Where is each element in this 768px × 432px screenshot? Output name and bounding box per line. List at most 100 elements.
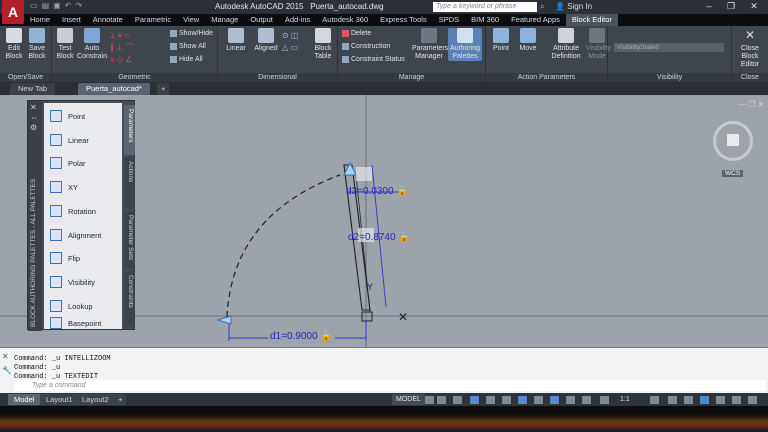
restore-button[interactable]: ❐ bbox=[720, 0, 742, 13]
lock-ui-icon[interactable] bbox=[716, 396, 725, 404]
show-all-button[interactable]: Show All bbox=[170, 43, 206, 50]
selection-cycling-icon[interactable] bbox=[566, 396, 575, 404]
minimize-button[interactable]: – bbox=[698, 0, 720, 13]
tab-block-editor[interactable]: Block Editor bbox=[565, 14, 618, 26]
delete-button[interactable]: Delete bbox=[342, 30, 371, 37]
annotation-monitor-icon[interactable] bbox=[668, 396, 677, 404]
transparency-icon[interactable] bbox=[550, 396, 559, 404]
door-swing-arc[interactable] bbox=[226, 174, 341, 318]
redo-icon[interactable]: ↷ bbox=[75, 1, 82, 13]
tab-puerta-autocad[interactable]: Puerta_autocad* bbox=[78, 83, 150, 95]
tab-output[interactable]: Output bbox=[244, 14, 279, 26]
palette-properties-icon[interactable]: ⚙ bbox=[30, 123, 37, 132]
tab-bim-360[interactable]: BIM 360 bbox=[465, 14, 505, 26]
edit-block-button[interactable]: Edit Block bbox=[3, 28, 25, 61]
search-input[interactable]: Type a keyword or phrase bbox=[433, 2, 537, 12]
snap-icon[interactable] bbox=[437, 396, 446, 404]
tab-new-tab[interactable]: New Tab bbox=[10, 83, 56, 95]
tab-insert[interactable]: Insert bbox=[56, 14, 87, 26]
d2-label[interactable]: d2=0.8740 🔒 bbox=[348, 232, 411, 243]
tab-constraints[interactable]: Constraints bbox=[124, 271, 135, 327]
isolate-objects-icon[interactable] bbox=[732, 396, 741, 404]
construction-button[interactable]: Construction bbox=[342, 43, 390, 50]
show-hide-button[interactable]: Show/Hide bbox=[170, 30, 213, 37]
polar-tracking-icon[interactable] bbox=[470, 396, 479, 404]
palette-item-alignment[interactable]: Alignment bbox=[46, 224, 122, 246]
d3-label[interactable]: d3=0.0300 🔒 bbox=[346, 186, 409, 197]
quick-properties-icon[interactable] bbox=[700, 396, 709, 404]
parameters-manager-button[interactable]: Parameters Manager bbox=[412, 28, 448, 61]
tab-autodesk-360[interactable]: Autodesk 360 bbox=[316, 14, 374, 26]
new-icon[interactable]: ▭ bbox=[30, 1, 38, 13]
tab-manage[interactable]: Manage bbox=[205, 14, 244, 26]
constraint-status-button[interactable]: Constraint Status bbox=[342, 56, 405, 63]
hide-all-button[interactable]: Hide All bbox=[170, 56, 203, 63]
tab-express-tools[interactable]: Express Tools bbox=[374, 14, 433, 26]
tab-view[interactable]: View bbox=[177, 14, 205, 26]
test-block-button[interactable]: Test Block bbox=[54, 28, 76, 61]
viewcube-icon[interactable] bbox=[726, 133, 740, 147]
palette-item-rotation[interactable]: Rotation bbox=[46, 200, 122, 222]
palette-item-flip[interactable]: Flip bbox=[46, 247, 122, 269]
tab-parameter-sets[interactable]: Parameter Sets bbox=[124, 211, 135, 269]
auto-scale-icon[interactable] bbox=[600, 396, 609, 404]
palette-item-xy[interactable]: XY bbox=[46, 176, 122, 198]
command-input[interactable]: Type a command bbox=[14, 380, 766, 391]
tab-actions[interactable]: Actions bbox=[124, 157, 135, 209]
sign-in-button[interactable]: 👤 Sign In bbox=[555, 2, 592, 11]
customization-icon[interactable] bbox=[748, 396, 757, 404]
palette-item-visibility[interactable]: Visibility bbox=[46, 271, 122, 293]
linear-button[interactable]: Linear bbox=[224, 28, 248, 53]
close-window-button[interactable]: ✕ bbox=[743, 0, 765, 13]
palette-close-icon[interactable]: ✕ bbox=[30, 103, 37, 112]
tab-layout2[interactable]: Layout2 bbox=[76, 394, 115, 405]
tab-add-ins[interactable]: Add-ins bbox=[279, 14, 316, 26]
tab-annotate[interactable]: Annotate bbox=[87, 14, 129, 26]
workspace-gear-icon[interactable] bbox=[650, 396, 659, 404]
tab-parameters[interactable]: Parameters bbox=[124, 105, 135, 155]
save-block-button[interactable]: Save Block bbox=[26, 28, 48, 61]
save-icon[interactable]: ▣ bbox=[53, 1, 61, 13]
palette-item-point[interactable]: Point bbox=[46, 105, 122, 127]
visibility-state-dropdown[interactable]: VisibilityState0 bbox=[614, 43, 724, 52]
geometric-constraint-icons[interactable]: ⟂ ≡ ○ ∥ ⊥ ⌒ = ◇ ∠ bbox=[110, 30, 166, 70]
block-authoring-palette[interactable]: ✕ ⇔ ⚙ BLOCK AUTHORING PALETTES - ALL PAL… bbox=[27, 100, 135, 331]
attribute-definition-button[interactable]: Attribute Definition bbox=[548, 28, 584, 61]
auto-constrain-button[interactable]: Auto Constrain bbox=[77, 28, 107, 61]
tab-parametric[interactable]: Parametric bbox=[129, 14, 177, 26]
object-snap-icon[interactable] bbox=[518, 396, 527, 404]
annotation-visibility-icon[interactable] bbox=[582, 396, 591, 404]
dimension-tool-icons[interactable]: ⊙ ◫ △ ▭ bbox=[282, 30, 298, 54]
d1-label[interactable]: d1=0.9000 🔒 bbox=[268, 331, 335, 342]
application-menu-button[interactable]: A bbox=[2, 0, 24, 24]
command-settings-icon[interactable]: 🔧 bbox=[2, 366, 12, 375]
lineweight-icon[interactable] bbox=[534, 396, 543, 404]
tab-layout1[interactable]: Layout1 bbox=[40, 394, 79, 405]
new-document-tab-button[interactable]: + bbox=[157, 83, 170, 95]
grid-icon[interactable] bbox=[425, 396, 434, 404]
object-snap-tracking-icon[interactable] bbox=[502, 396, 511, 404]
binoculars-icon[interactable]: ⌕ bbox=[540, 2, 544, 12]
palette-title-strip[interactable]: ✕ ⇔ ⚙ BLOCK AUTHORING PALETTES - ALL PAL… bbox=[28, 101, 42, 331]
palette-item-linear[interactable]: Linear bbox=[46, 129, 122, 151]
palette-item-basepoint[interactable]: Basepoint bbox=[46, 317, 122, 329]
block-table-button[interactable]: Block Table bbox=[312, 28, 334, 61]
visibility-mode-button[interactable]: Visibility Mode bbox=[586, 28, 611, 61]
palette-item-lookup[interactable]: Lookup bbox=[46, 295, 122, 317]
palette-autohide-icon[interactable]: ⇔ bbox=[30, 113, 38, 122]
open-icon[interactable]: ▤ bbox=[42, 1, 50, 13]
tab-home[interactable]: Home bbox=[24, 14, 56, 26]
tab-model[interactable]: Model bbox=[8, 394, 41, 405]
aligned-button[interactable]: Aligned bbox=[252, 28, 280, 53]
command-close-icon[interactable]: ✕ bbox=[2, 352, 9, 361]
point-button[interactable]: Point bbox=[490, 28, 512, 53]
add-layout-button[interactable]: + bbox=[114, 394, 127, 405]
undo-icon[interactable]: ↶ bbox=[65, 1, 72, 13]
annotation-scale[interactable]: 1:1 bbox=[620, 394, 630, 405]
ucs-dropdown[interactable]: WCS bbox=[722, 170, 744, 177]
tab-spds[interactable]: SPDS bbox=[433, 14, 465, 26]
close-block-editor-button[interactable]: ✕ Close Block Editor bbox=[732, 28, 768, 69]
ortho-icon[interactable] bbox=[453, 396, 462, 404]
viewport-window-controls[interactable]: — ❐ ✕ bbox=[738, 100, 764, 109]
grip-left-icon[interactable] bbox=[216, 315, 232, 325]
